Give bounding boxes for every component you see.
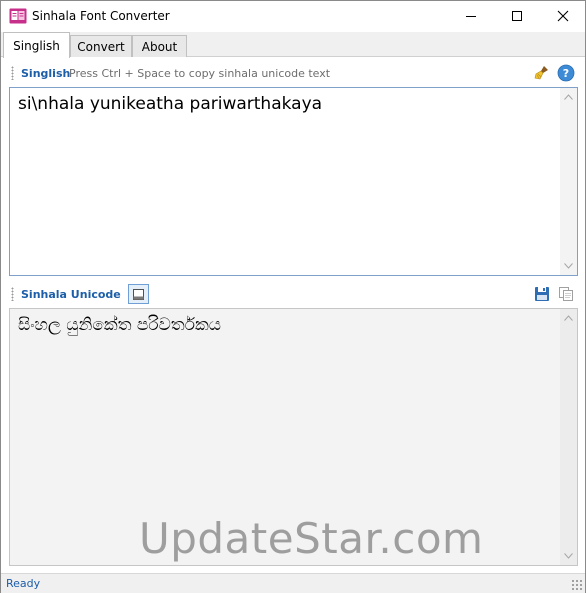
preview-button[interactable] <box>128 284 149 304</box>
scroll-up-icon <box>564 94 573 100</box>
svg-text:?: ? <box>563 67 569 80</box>
tab-convert[interactable]: Convert <box>70 35 132 57</box>
output-label: Sinhala Unicode <box>21 287 121 301</box>
minimize-icon <box>466 16 476 17</box>
singlish-input-text: si\nhala yunikeatha pariwarthakaya <box>18 94 323 114</box>
window-icon <box>133 288 144 300</box>
input-hint: Press Ctrl + Space to copy sinhala unico… <box>69 66 331 80</box>
app-window: Sinhala Font Converter Singlish Convert … <box>0 0 586 593</box>
sinhala-output-text: සිංහල යුනිකේත පරිවර්තකය <box>18 315 222 335</box>
scroll-up-icon <box>564 315 573 321</box>
broom-icon <box>534 66 548 80</box>
help-icon: ? <box>557 64 575 82</box>
singlish-tab-panel: Singlish Press Ctrl + Space to copy sinh… <box>1 57 585 573</box>
output-toolbar: Sinhala Unicode <box>1 281 585 307</box>
save-button[interactable] <box>533 285 551 303</box>
app-icon <box>9 8 27 24</box>
maximize-button[interactable] <box>495 1 539 31</box>
scroll-down-icon <box>564 553 573 559</box>
minimize-button[interactable] <box>449 1 493 31</box>
input-scrollbar[interactable] <box>560 88 577 275</box>
copy-icon <box>559 287 573 301</box>
scroll-down-icon <box>564 263 573 269</box>
toolbar-grip <box>11 287 14 301</box>
maximize-icon <box>512 11 522 21</box>
input-toolbar: Singlish Press Ctrl + Space to copy sinh… <box>1 60 585 86</box>
singlish-input[interactable]: si\nhala yunikeatha pariwarthakaya <box>9 87 578 276</box>
clear-button[interactable] <box>533 64 551 82</box>
watermark: UpdateStar.com <box>139 514 484 563</box>
window-title: Sinhala Font Converter <box>32 9 170 23</box>
tab-bar: Singlish Convert About <box>1 32 585 58</box>
toolbar-grip <box>11 66 14 80</box>
copy-button[interactable] <box>557 285 575 303</box>
status-bar: Ready <box>1 573 585 593</box>
help-button[interactable]: ? <box>557 64 575 82</box>
save-icon <box>535 287 549 301</box>
tab-singlish[interactable]: Singlish <box>3 32 70 58</box>
close-button[interactable] <box>541 1 585 31</box>
tab-about[interactable]: About <box>132 35 187 57</box>
status-text: Ready <box>6 577 41 590</box>
close-icon <box>557 10 569 22</box>
title-bar[interactable]: Sinhala Font Converter <box>1 1 585 32</box>
input-label: Singlish <box>21 66 71 80</box>
resize-grip[interactable] <box>571 579 582 590</box>
output-scrollbar[interactable] <box>560 309 577 565</box>
